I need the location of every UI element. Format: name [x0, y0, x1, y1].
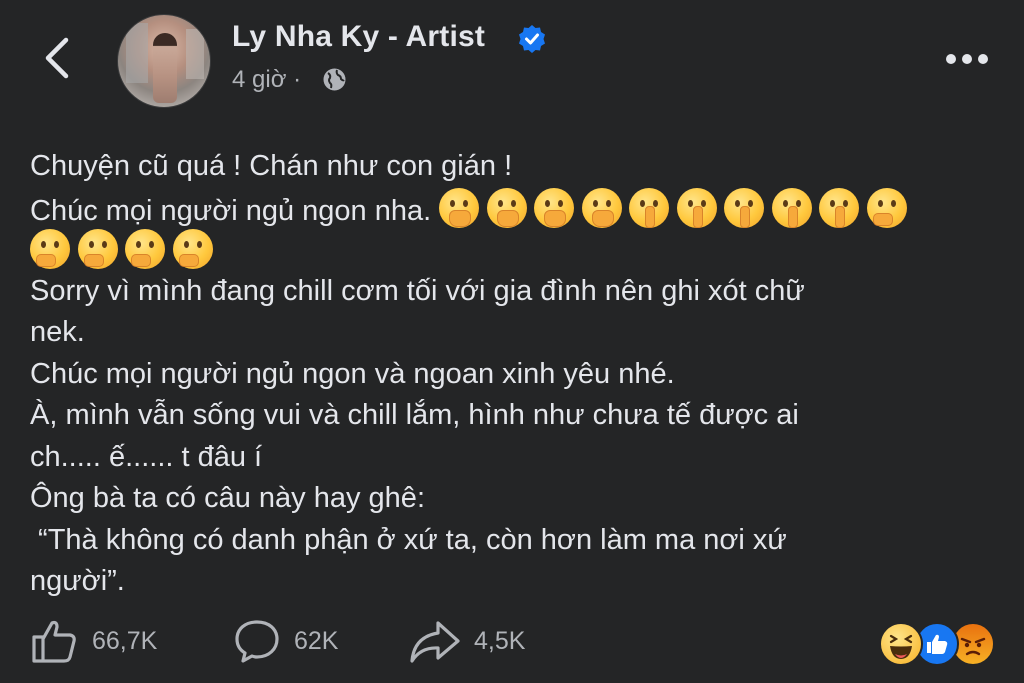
thinking-face-icon: [30, 229, 70, 269]
comment-icon: [235, 620, 279, 663]
post-line: Chuyện cũ quá ! Chán như con gián !: [30, 150, 513, 182]
post-line-text: Chúc mọi người ngủ ngon nha.: [30, 194, 432, 227]
shushing-face-icon: [771, 187, 812, 228]
shushing-face-icon: [819, 187, 860, 228]
haha-reaction-icon: [879, 622, 923, 666]
post-meta: 4 giờ ·: [232, 66, 301, 94]
thumbs-up-icon: [32, 620, 76, 663]
thinking-face-icon: [77, 229, 118, 269]
post-line: “Thà không có danh phận ở xứ ta, còn hơn…: [30, 523, 787, 556]
meta-separator: ·: [293, 66, 302, 93]
post-text: Chuyện cũ quá ! Chán như con gián ! Chúc…: [30, 146, 1000, 603]
share-icon: [410, 621, 460, 663]
shushing-face-icon: [724, 187, 765, 228]
post-line: [30, 229, 1000, 271]
dot-icon: [946, 54, 956, 64]
face-with-hand-over-mouth-icon: [439, 187, 480, 228]
dot-icon: [978, 54, 988, 64]
back-button[interactable]: [38, 36, 78, 80]
dot-icon: [962, 54, 972, 64]
post-line: Chúc mọi người ngủ ngon và ngoan xinh yê…: [30, 357, 675, 390]
thinking-face-icon: [125, 229, 165, 269]
globe-icon: [323, 68, 346, 91]
emoji-row: [439, 187, 914, 228]
thinking-face-icon: [172, 229, 213, 269]
post-header: Ly Nha Ky - Artist 4 giờ ·: [0, 0, 1024, 130]
shushing-face-icon: [629, 187, 670, 228]
like-button[interactable]: 66,7K: [30, 615, 190, 665]
post-line: Ông bà ta có câu này hay ghê:: [30, 482, 425, 514]
emoji-row: [30, 229, 220, 269]
comment-button[interactable]: 62K: [232, 615, 372, 665]
page-name[interactable]: Ly Nha Ky - Artist: [232, 20, 485, 54]
verified-badge-icon: [519, 25, 545, 53]
face-with-hand-over-mouth-icon: [486, 187, 527, 228]
post-time[interactable]: 4 giờ: [232, 66, 286, 93]
face-with-hand-over-mouth-icon: [581, 187, 622, 228]
post-line: nek.: [30, 316, 85, 348]
post-line: Chúc mọi người ngủ ngon nha.: [30, 187, 1000, 230]
shushing-face-icon: [676, 187, 717, 228]
more-options-button[interactable]: [946, 52, 990, 66]
comment-count: 62K: [294, 627, 339, 655]
avatar[interactable]: [117, 14, 211, 108]
face-with-hand-over-mouth-icon: [534, 187, 575, 228]
like-count: 66,7K: [92, 627, 158, 655]
post-line: À, mình vẫn sống vui và chill lắm, hình …: [30, 399, 799, 431]
post-line: Sorry vì mình đang chill cơm tối với gia…: [30, 274, 805, 307]
post-line: ch..... ế...... t đâu í: [30, 440, 263, 473]
post-line: người”.: [30, 565, 125, 597]
reaction-summary[interactable]: [879, 622, 999, 666]
chevron-left-icon: [45, 37, 69, 79]
thinking-face-icon: [866, 187, 907, 228]
share-count: 4,5K: [474, 627, 526, 655]
post-actions-bar: 66,7K 62K 4,5K: [0, 615, 1024, 670]
share-button[interactable]: 4,5K: [408, 615, 558, 665]
